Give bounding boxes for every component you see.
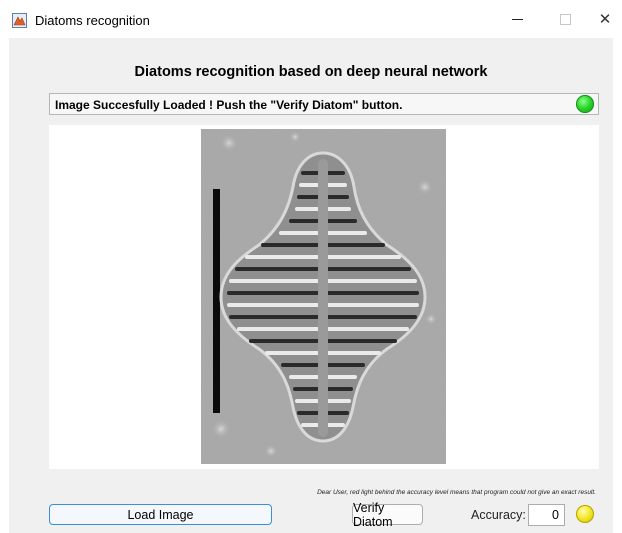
image-panel	[49, 125, 599, 469]
load-image-button[interactable]: Load Image	[49, 504, 272, 525]
title-bar: Diatoms recognition ✕	[0, 0, 622, 38]
page-title: Diatoms recognition based on deep neural…	[134, 64, 488, 80]
status-field: Image Succesfully Loaded ! Push the "Ver…	[49, 93, 599, 115]
verify-diatom-button[interactable]: Verify Diatom	[352, 501, 423, 529]
close-button[interactable]: ✕	[584, 6, 622, 32]
accuracy-value-field[interactable]: 0	[528, 504, 565, 526]
maximize-icon	[559, 13, 571, 25]
accuracy-label: Accuracy:	[471, 508, 526, 522]
minimize-button[interactable]	[496, 6, 538, 32]
maximize-button[interactable]	[544, 6, 586, 32]
matlab-figure-icon	[12, 13, 27, 28]
status-green-lamp	[576, 95, 594, 113]
accuracy-note: Dear User, red light behind the accuracy…	[317, 489, 596, 496]
figure-client-area: Diatoms recognition based on deep neural…	[9, 38, 613, 533]
minimize-icon	[511, 18, 523, 20]
accuracy-yellow-lamp	[576, 505, 594, 523]
close-icon: ✕	[598, 11, 612, 28]
status-message: Image Succesfully Loaded ! Push the "Ver…	[55, 98, 403, 112]
window-title: Diatoms recognition	[35, 13, 150, 28]
diatom-image	[201, 129, 446, 464]
